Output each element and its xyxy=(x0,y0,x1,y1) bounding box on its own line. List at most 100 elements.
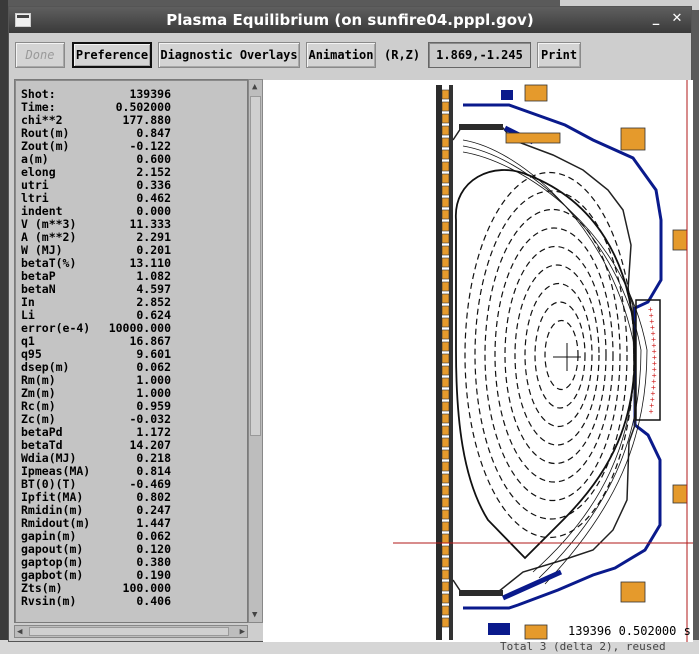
center-stack-coil xyxy=(441,113,450,124)
center-stack-coil xyxy=(441,461,450,472)
minimize-button[interactable]: _ xyxy=(649,12,663,26)
flux-contour xyxy=(524,282,593,428)
center-stack-coil xyxy=(441,413,450,424)
center-stack-coil xyxy=(441,101,450,112)
lower-port-feature xyxy=(488,623,510,635)
center-stack-coil xyxy=(441,581,450,592)
center-stack-coil xyxy=(441,173,450,184)
center-stack-coil xyxy=(441,569,450,580)
center-stack-coil xyxy=(441,233,450,244)
center-stack-coil xyxy=(441,125,450,136)
upper-port-feature xyxy=(501,90,513,100)
animation-button[interactable]: Animation xyxy=(306,42,376,68)
flux-contour xyxy=(514,264,600,446)
equilibrium-plot-canvas[interactable]: ++++++++++++++++++ xyxy=(263,80,693,642)
magnetic-probes: ++++++++++++++++++ xyxy=(648,305,657,416)
center-stack-coil xyxy=(441,377,450,388)
center-stack-coil xyxy=(441,617,450,628)
desktop-background xyxy=(0,0,8,654)
rz-label: (R,Z) xyxy=(384,48,421,62)
center-stack-coil xyxy=(441,593,450,604)
window-title: Plasma Equilibrium (on sunfire04.pppl.go… xyxy=(166,11,534,29)
center-stack-coil xyxy=(441,485,450,496)
scroll-left-icon[interactable]: ◀ xyxy=(17,627,22,637)
flux-contour xyxy=(544,319,579,391)
center-stack-coil xyxy=(441,521,450,532)
scroll-right-icon[interactable]: ▶ xyxy=(240,627,245,637)
center-stack-coil xyxy=(441,89,450,100)
plot-status-text: 139396 0.502000 s xyxy=(568,624,691,638)
center-stack-coil xyxy=(441,257,450,268)
center-stack-coil xyxy=(441,197,450,208)
pf-coil xyxy=(620,127,646,151)
pf-coil xyxy=(524,624,548,640)
parameters-horizontal-scrollbar[interactable]: ◀ ▶ xyxy=(14,625,248,638)
center-stack-coil xyxy=(441,293,450,304)
equilibrium-parameters-panel[interactable]: Shot: 139396 Time: 0.502000 chi**2 177.880 Rou… xyxy=(14,79,248,623)
center-stack-coil xyxy=(441,269,450,280)
center-stack-coil xyxy=(441,449,450,460)
center-stack-coil xyxy=(441,317,450,328)
close-button[interactable]: ✕ xyxy=(670,12,684,26)
lower-passive-plate xyxy=(501,569,563,601)
center-stack-outer xyxy=(436,85,442,640)
open-field-line xyxy=(462,139,636,573)
flux-contour xyxy=(484,208,621,502)
pf-coil xyxy=(672,229,688,251)
plasma-equilibrium-window: Plasma Equilibrium (on sunfire04.pppl.go… xyxy=(8,6,693,642)
pf-coil xyxy=(672,484,688,504)
param-value: 0.406 xyxy=(136,594,171,608)
center-stack-coil xyxy=(441,137,450,148)
center-stack-coil xyxy=(441,497,450,508)
equilibrium-plot[interactable]: + + + + + + + + + + + + + + + + + + 139396 0.502000 s xyxy=(263,80,693,642)
center-stack-coil xyxy=(441,149,450,160)
flux-contour xyxy=(504,245,607,465)
param-row: Rvsin(m) 0.406 xyxy=(21,595,171,608)
open-field-line xyxy=(462,145,642,579)
param-key: Rvsin(m) xyxy=(21,594,77,608)
pf-coil xyxy=(524,84,548,102)
background-terminal: Total 3 (delta 2), reused xyxy=(0,640,699,654)
center-stack-coil xyxy=(441,437,450,448)
center-stack-coil xyxy=(441,305,450,316)
center-stack-coil xyxy=(441,161,450,172)
center-stack-inner xyxy=(449,85,453,640)
center-stack-coil xyxy=(441,221,450,232)
center-stack-coil xyxy=(441,425,450,436)
center-stack-coil xyxy=(441,401,450,412)
center-stack-coil xyxy=(441,389,450,400)
center-stack-coil xyxy=(441,605,450,616)
center-stack-coil xyxy=(441,545,450,556)
toolbar: Done Preference Diagnostic Overlays Anim… xyxy=(9,37,691,73)
scroll-up-icon[interactable]: ▲ xyxy=(252,82,257,92)
horizontal-scroll-thumb[interactable] xyxy=(29,627,229,636)
center-stack-coil xyxy=(441,557,450,568)
center-stack-coil xyxy=(441,473,450,484)
preference-button[interactable]: Preference xyxy=(72,42,152,68)
center-stack-coil xyxy=(441,209,450,220)
center-stack-coils xyxy=(441,89,450,628)
vertical-scroll-thumb[interactable] xyxy=(250,96,261,436)
flux-contour xyxy=(464,171,635,539)
limiter-outline xyxy=(452,127,636,593)
done-button[interactable]: Done xyxy=(15,42,65,68)
pf-coil xyxy=(620,581,646,603)
probe-mark: + xyxy=(649,407,654,416)
upper-divertor-plate xyxy=(459,124,503,130)
center-stack-coil xyxy=(441,353,450,364)
rz-coordinate-display: 1.869,-1.245 xyxy=(428,42,531,68)
center-stack-coil xyxy=(441,365,450,376)
center-stack-coil xyxy=(441,329,450,340)
print-button[interactable]: Print xyxy=(537,42,581,68)
title-bar[interactable]: Plasma Equilibrium (on sunfire04.pppl.go… xyxy=(9,7,691,33)
diagnostic-overlays-button[interactable]: Diagnostic Overlays xyxy=(158,42,300,68)
scroll-down-icon[interactable]: ▼ xyxy=(252,610,257,620)
center-stack-coil xyxy=(441,185,450,196)
flux-contour xyxy=(494,227,614,483)
center-stack-coil xyxy=(441,509,450,520)
center-stack-coil xyxy=(441,245,450,256)
center-stack-coil xyxy=(441,281,450,292)
center-stack-coil xyxy=(441,341,450,352)
parameters-vertical-scrollbar[interactable]: ▲ ▼ xyxy=(248,79,263,623)
lower-divertor-plate xyxy=(459,590,503,596)
